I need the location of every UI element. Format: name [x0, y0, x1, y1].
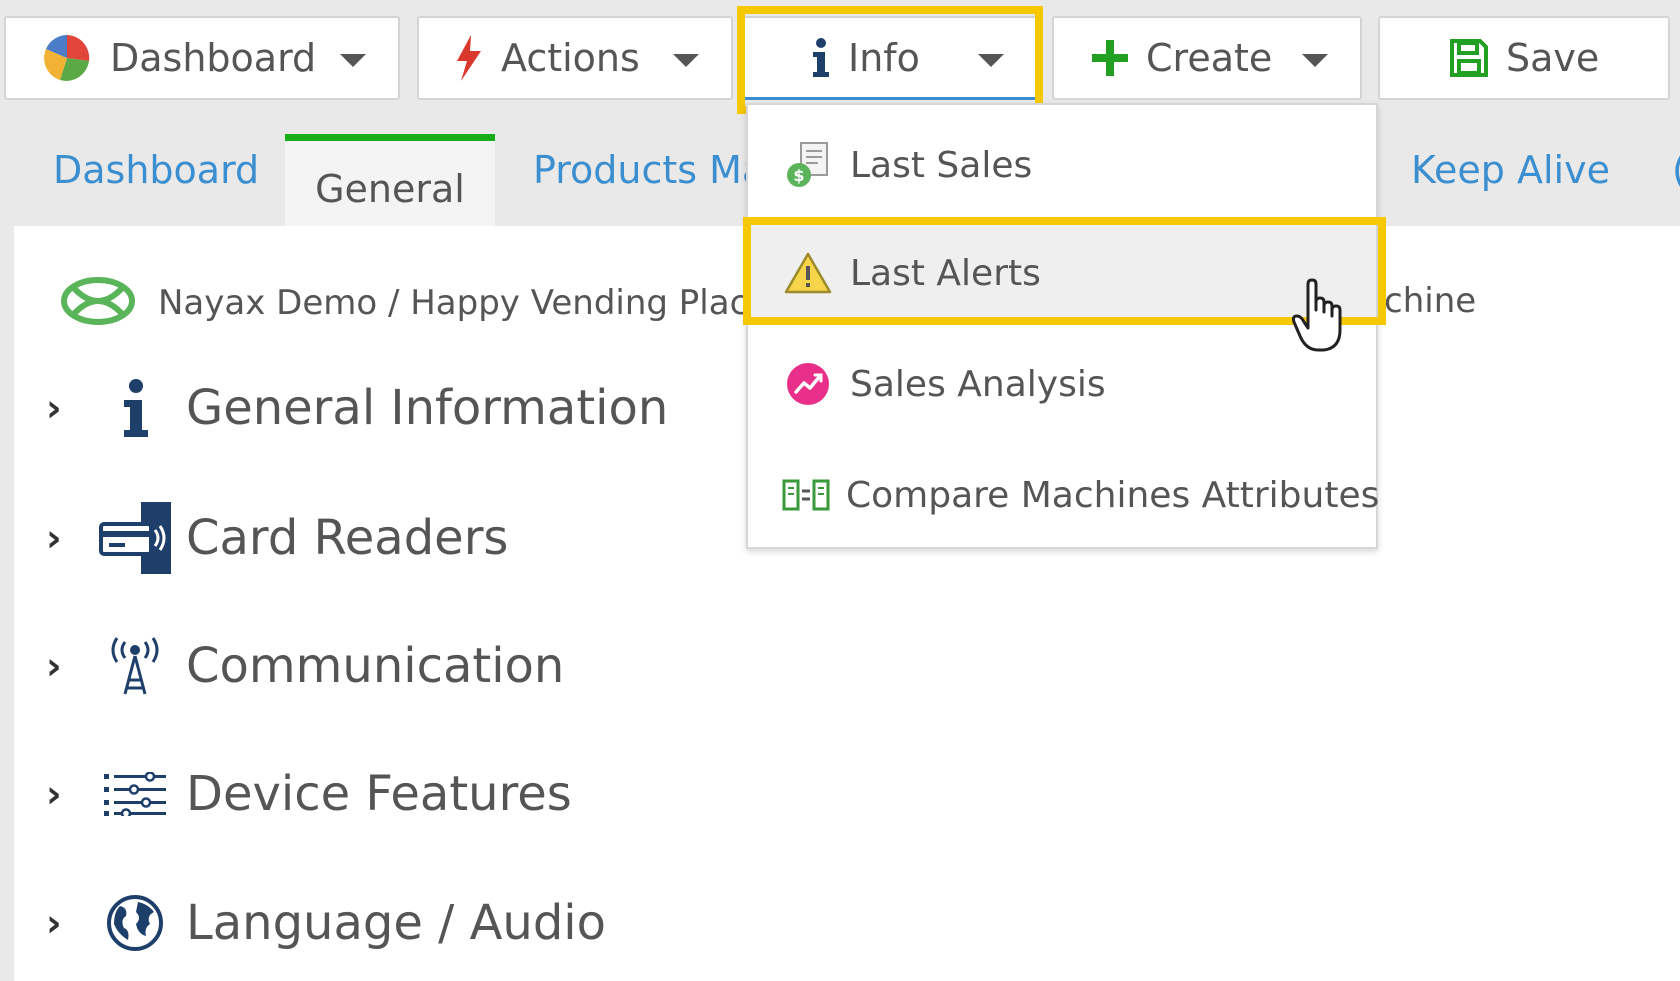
- save-button[interactable]: Save: [1378, 16, 1670, 100]
- breadcrumb-path: Nayax Demo / Happy Vending Plac: [158, 283, 749, 323]
- dashboard-dropdown-button[interactable]: Dashboard: [4, 16, 400, 100]
- pie-chart-icon: [42, 33, 92, 83]
- hand-cursor-icon: [1291, 278, 1348, 358]
- save-button-label: Save: [1506, 36, 1600, 80]
- create-button-label: Create: [1146, 36, 1273, 80]
- chevron-right-icon: ›: [46, 901, 62, 945]
- create-dropdown-button[interactable]: Create: [1052, 16, 1362, 100]
- actions-button-label: Actions: [501, 36, 640, 80]
- nayax-logo-icon: [60, 276, 136, 330]
- section-label: Card Readers: [186, 510, 509, 566]
- menu-item-last-sales[interactable]: $ Last Sales: [748, 115, 1376, 215]
- info-icon: [96, 369, 174, 447]
- section-communication[interactable]: › Communication: [46, 626, 564, 706]
- actions-dropdown-button[interactable]: Actions: [417, 16, 733, 100]
- info-dropdown-menu: $ Last Sales Last Alerts Sales Analysis: [746, 103, 1380, 549]
- tab-dashboard[interactable]: Dashboard: [53, 148, 259, 192]
- chevron-right-icon: ›: [46, 386, 62, 430]
- toolbar: Dashboard Actions Info Create Save: [0, 0, 1680, 114]
- tab-more-cutoff[interactable]: (: [1672, 148, 1680, 192]
- tab-products[interactable]: Products Ma: [533, 148, 765, 192]
- chevron-down-icon: [340, 54, 366, 67]
- info-icon: [810, 37, 830, 78]
- chevron-down-icon: [1302, 54, 1328, 67]
- tab-keep-alive[interactable]: Keep Alive: [1411, 148, 1610, 192]
- section-general-information[interactable]: › General Information: [46, 368, 668, 448]
- section-language-audio[interactable]: › Language / Audio: [46, 883, 606, 963]
- analysis-chart-icon: [782, 358, 834, 410]
- menu-item-compare-machines[interactable]: Compare Machines Attributes: [748, 445, 1380, 545]
- section-label: Device Features: [186, 766, 572, 822]
- menu-item-label: Sales Analysis: [850, 363, 1106, 405]
- breadcrumb: Nayax Demo / Happy Vending Plac: [60, 276, 748, 330]
- dashboard-button-label: Dashboard: [110, 36, 317, 80]
- plus-icon: [1092, 40, 1128, 76]
- lightning-icon: [455, 35, 483, 81]
- chevron-right-icon: ›: [46, 516, 62, 560]
- chevron-down-icon: [978, 54, 1004, 67]
- chevron-right-icon: ›: [46, 772, 62, 816]
- breadcrumb-tail: chine: [1384, 281, 1477, 321]
- menu-item-label: Compare Machines Attributes: [846, 474, 1380, 516]
- menu-item-label: Last Alerts: [850, 252, 1041, 294]
- info-dropdown-button[interactable]: Info: [742, 16, 1038, 100]
- save-disk-icon: [1450, 39, 1488, 77]
- section-label: General Information: [186, 380, 669, 436]
- compare-icon: [782, 469, 830, 521]
- sales-receipt-icon: $: [782, 139, 834, 191]
- chevron-right-icon: ›: [46, 644, 62, 688]
- menu-item-label: Last Sales: [850, 144, 1033, 186]
- section-device-features[interactable]: › Device Features: [46, 754, 572, 834]
- chevron-down-icon: [673, 54, 699, 67]
- globe-icon: [96, 884, 174, 962]
- info-button-label: Info: [848, 35, 920, 80]
- antenna-icon: [96, 627, 174, 705]
- tab-general[interactable]: General: [285, 134, 495, 228]
- svg-text:$: $: [793, 166, 804, 185]
- menu-item-last-alerts[interactable]: Last Alerts: [748, 223, 1376, 323]
- sliders-icon: [96, 755, 174, 833]
- section-card-readers[interactable]: › Card Readers: [46, 498, 508, 578]
- section-label: Communication: [186, 638, 565, 694]
- section-label: Language / Audio: [186, 895, 606, 951]
- card-reader-icon: [96, 499, 174, 577]
- warning-icon: [782, 247, 834, 299]
- menu-item-sales-analysis[interactable]: Sales Analysis: [748, 334, 1376, 434]
